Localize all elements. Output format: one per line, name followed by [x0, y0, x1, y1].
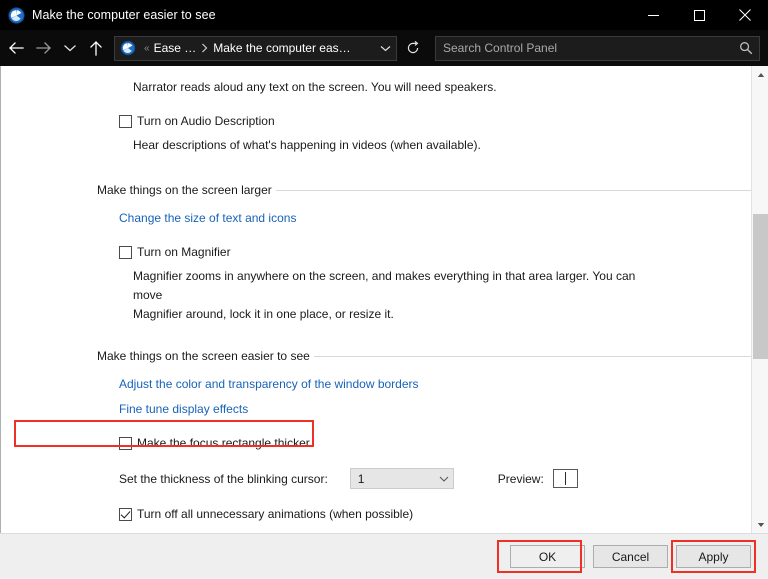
close-button[interactable]: [722, 0, 768, 30]
vertical-scrollbar[interactable]: [751, 66, 768, 533]
recent-locations-button[interactable]: [58, 33, 82, 63]
apply-button[interactable]: Apply: [676, 545, 751, 568]
section-header-larger: Make things on the screen larger: [97, 183, 751, 197]
window-controls: [630, 0, 768, 30]
apply-button-wrap: Apply: [668, 545, 751, 568]
section-title-easier: Make things on the screen easier to see: [97, 349, 314, 363]
minimize-button[interactable]: [630, 0, 676, 30]
animations-checkbox[interactable]: [119, 508, 132, 521]
audio-description-checkbox[interactable]: [119, 115, 132, 128]
title-bar: Make the computer easier to see: [0, 0, 768, 30]
section-header-easier: Make things on the screen easier to see: [97, 349, 751, 363]
search-box[interactable]: [435, 36, 760, 61]
scrollbar-thumb[interactable]: [753, 214, 768, 359]
magnifier-desc-line2: Magnifier around, lock it in one place, …: [133, 305, 663, 324]
blinking-cursor-label: Set the thickness of the blinking cursor…: [119, 472, 328, 486]
settings-pane: Narrator reads aloud any text on the scr…: [1, 66, 751, 533]
animations-row[interactable]: Turn off all unnecessary animations (whe…: [119, 506, 751, 522]
maximize-button[interactable]: [676, 0, 722, 30]
narrator-description: Narrator reads aloud any text on the scr…: [133, 78, 663, 97]
refresh-button[interactable]: [399, 33, 427, 63]
address-bar-ease-icon: [120, 40, 136, 56]
section-rule: [276, 190, 751, 191]
cancel-button[interactable]: Cancel: [593, 545, 668, 568]
animations-label: Turn off all unnecessary animations (whe…: [137, 506, 413, 522]
link-change-text-size[interactable]: Change the size of text and icons: [119, 211, 296, 225]
breadcrumb-overflow[interactable]: «: [144, 43, 150, 54]
section-title-larger: Make things on the screen larger: [97, 183, 276, 197]
magnifier-checkbox[interactable]: [119, 246, 132, 259]
blinking-cursor-dropdown[interactable]: 1: [350, 468, 454, 489]
scroll-up-arrow-icon[interactable]: [752, 66, 768, 83]
blinking-cursor-row: Set the thickness of the blinking cursor…: [119, 468, 751, 489]
search-icon[interactable]: [736, 38, 756, 58]
focus-rectangle-label: Make the focus rectangle thicker: [137, 435, 310, 451]
back-button[interactable]: [2, 33, 30, 63]
ok-button[interactable]: OK: [510, 545, 585, 568]
breadcrumb-item-current[interactable]: Make the computer eas…: [213, 41, 350, 55]
dialog-footer: OK Cancel Apply: [0, 533, 768, 579]
magnifier-row[interactable]: Turn on Magnifier: [119, 244, 751, 260]
audio-description-desc: Hear descriptions of what's happening in…: [133, 136, 663, 155]
address-bar[interactable]: « Ease … Make the computer eas…: [114, 36, 397, 61]
forward-button[interactable]: [30, 33, 58, 63]
control-panel-window: Make the computer easier to see: [0, 0, 768, 579]
preview-label: Preview:: [498, 472, 544, 486]
link-fine-tune[interactable]: Fine tune display effects: [119, 402, 248, 416]
scroll-down-arrow-icon[interactable]: [752, 516, 768, 533]
body-area: Narrator reads aloud any text on the scr…: [0, 66, 768, 533]
breadcrumb-chevron-icon[interactable]: [201, 43, 208, 53]
navigation-bar: « Ease … Make the computer eas…: [0, 30, 768, 66]
up-button[interactable]: [82, 33, 110, 63]
chevron-down-icon[interactable]: [435, 476, 453, 482]
focus-rectangle-row[interactable]: Make the focus rectangle thicker: [119, 435, 751, 451]
chevron-down-icon[interactable]: [374, 37, 396, 60]
audio-description-row[interactable]: Turn on Audio Description: [119, 113, 751, 129]
ease-of-access-icon: [8, 7, 25, 24]
magnifier-label: Turn on Magnifier: [137, 244, 231, 260]
breadcrumb-item-ease[interactable]: Ease …: [154, 41, 197, 55]
cursor-preview-box: [553, 469, 578, 488]
window-title: Make the computer easier to see: [32, 8, 630, 22]
search-input[interactable]: [436, 40, 736, 56]
blinking-cursor-value: 1: [351, 472, 435, 486]
magnifier-desc-line1: Magnifier zooms in anywhere on the scree…: [133, 267, 663, 305]
link-adjust-color[interactable]: Adjust the color and transparency of the…: [119, 377, 419, 391]
audio-description-label: Turn on Audio Description: [137, 113, 275, 129]
section-rule: [314, 356, 751, 357]
settings-content: Narrator reads aloud any text on the scr…: [1, 66, 751, 533]
ok-button-wrap: OK: [502, 545, 585, 568]
focus-rectangle-checkbox[interactable]: [119, 437, 132, 450]
